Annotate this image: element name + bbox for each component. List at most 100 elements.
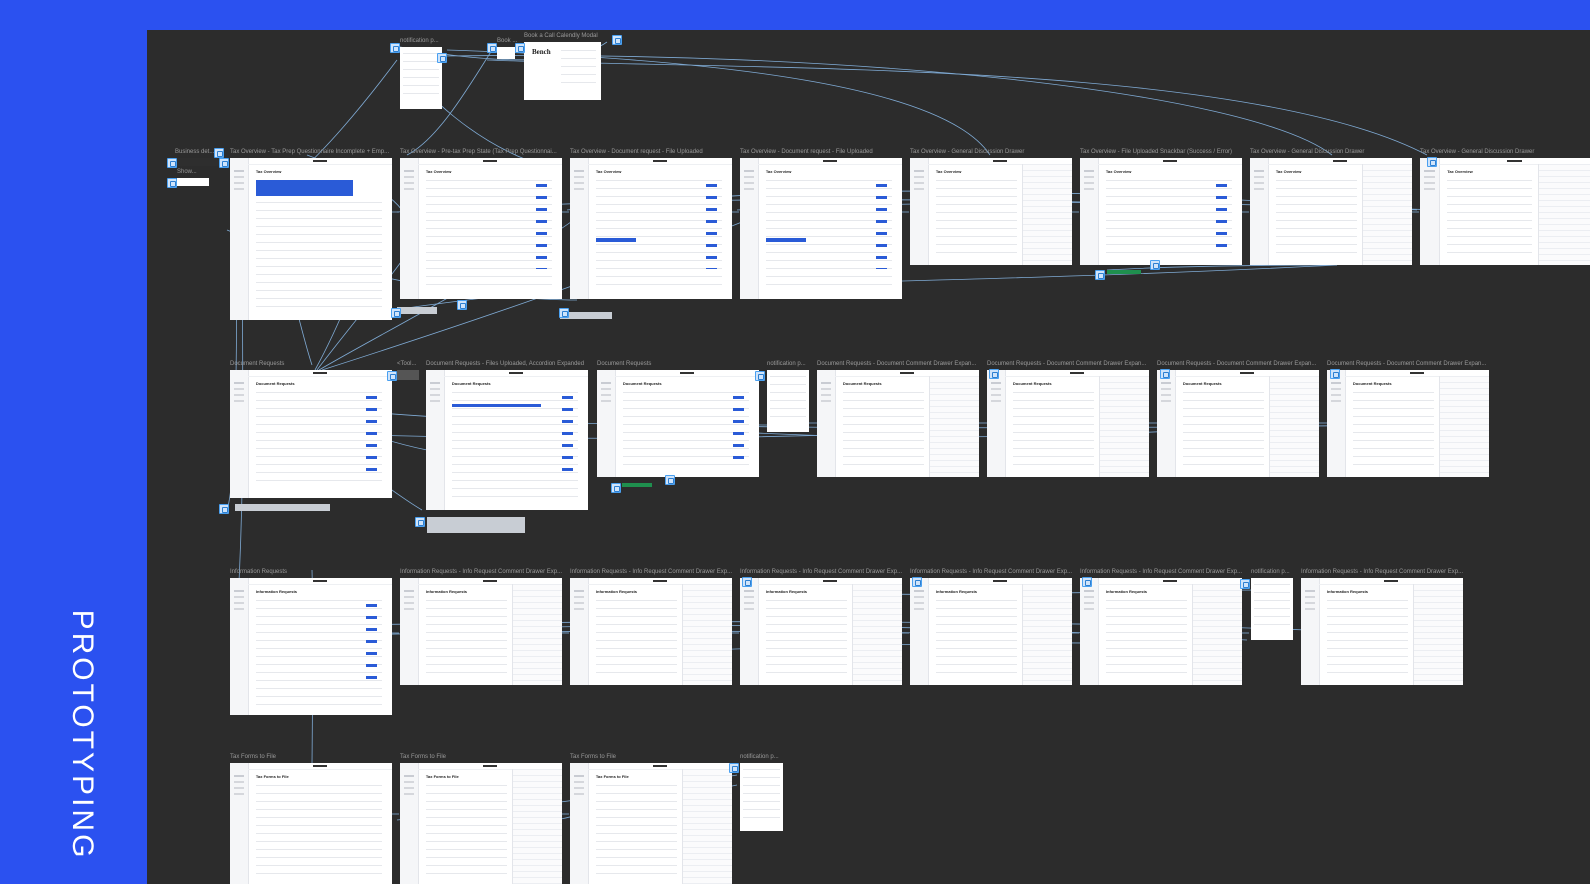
hotspot-icon[interactable]	[559, 308, 569, 318]
hotspot-icon[interactable]	[1240, 579, 1250, 589]
hotspot-icon[interactable]	[1427, 157, 1437, 167]
frame-calendly-modal[interactable]: Book a Call Calendly Modal Bench	[524, 33, 601, 100]
frame-information-requests-drawer[interactable]: Information Requests - Info Request Comm…	[910, 569, 1072, 685]
frame-title: Document Requests - Files Uploaded, Acco…	[426, 361, 585, 367]
hotspot-icon[interactable]	[219, 504, 229, 514]
frame-document-requests-drawer[interactable]: Document Requests - Document Comment Dra…	[817, 361, 979, 477]
snackbar-preview[interactable]	[427, 517, 525, 533]
frame-tax-overview[interactable]: Tax Overview - Pre-tax Prep State (Tax P…	[400, 149, 562, 299]
frame-notification-popover[interactable]: notification p...	[767, 361, 809, 432]
frame-document-requests[interactable]: Document Requests - Files Uploaded, Acco…	[426, 361, 588, 510]
hotspot-icon[interactable]	[611, 483, 621, 493]
hotspot-icon[interactable]	[167, 178, 177, 188]
frame-title: Book a Call Calendly Modal	[524, 33, 598, 39]
frame-tax-forms-drawer[interactable]: Tax Forms to File Tax Forms to File	[400, 754, 562, 884]
frame-title: Tax Overview - Document request - File U…	[740, 149, 873, 155]
frame-title: <Tool...	[397, 361, 417, 367]
frame-title: Show...	[177, 169, 197, 175]
frame-information-requests-drawer[interactable]: Information Requests - Info Request Comm…	[1301, 569, 1463, 685]
hotspot-icon[interactable]	[219, 158, 229, 168]
frame-tax-overview[interactable]: Tax Overview - Document request - File U…	[740, 149, 902, 299]
frame-heading: Document Requests	[842, 381, 882, 386]
frame-tax-overview[interactable]: Tax Overview - Tax Prep Questionnaire In…	[230, 149, 392, 320]
frame-information-requests-drawer[interactable]: Information Requests - Info Request Comm…	[400, 569, 562, 685]
frame-tax-forms-drawer[interactable]: Tax Forms to File Tax Forms to File	[570, 754, 732, 884]
frame-book[interactable]: Book ...	[497, 38, 517, 59]
hotspot-icon[interactable]	[387, 371, 397, 381]
hotspot-icon[interactable]	[515, 43, 525, 53]
frame-document-requests-drawer[interactable]: Document Requests - Document Comment Dra…	[1157, 361, 1319, 477]
success-snackbar-preview[interactable]	[622, 483, 652, 487]
frame-heading: Tax Overview	[765, 169, 792, 174]
frame-title: notification p...	[400, 38, 439, 44]
frame-heading: Information Requests	[425, 589, 468, 594]
hotspot-icon[interactable]	[390, 43, 400, 53]
frame-title: Document Requests - Document Comment Dra…	[817, 361, 977, 367]
frame-information-requests[interactable]: Information Requests Information Request…	[230, 569, 392, 715]
frame-tax-overview[interactable]: Tax Overview - Document request - File U…	[570, 149, 732, 299]
hotspot-icon[interactable]	[391, 308, 401, 318]
frame-title: Document Requests	[597, 361, 652, 367]
frame-title: Information Requests - Info Request Comm…	[740, 569, 903, 575]
hotspot-icon[interactable]	[1095, 270, 1105, 280]
frame-information-requests-drawer[interactable]: Information Requests - Info Request Comm…	[1080, 569, 1242, 685]
frame-tax-overview-drawer[interactable]: Tax Overview - General Discussion Drawer…	[1250, 149, 1412, 265]
connection-line	[1106, 264, 1338, 271]
frame-heading: Information Requests	[1326, 589, 1369, 594]
frame-title: Document Requests	[230, 361, 285, 367]
hotspot-icon[interactable]	[214, 148, 224, 158]
hotspot-icon[interactable]	[1330, 369, 1340, 379]
frame-show[interactable]: Show...	[177, 169, 209, 186]
hotspot-icon[interactable]	[742, 577, 752, 587]
frame-heading: Information Requests	[765, 589, 808, 594]
hotspot-icon[interactable]	[665, 475, 675, 485]
hotspot-icon[interactable]	[437, 53, 447, 63]
hotspot-icon[interactable]	[755, 371, 765, 381]
frame-document-requests[interactable]: Document Requests Document Requests	[230, 361, 392, 498]
frame-notification-popover[interactable]: notification p...	[1251, 569, 1293, 640]
frame-heading: Information Requests	[255, 589, 298, 594]
hotspot-icon[interactable]	[1082, 577, 1092, 587]
hotspot-icon[interactable]	[415, 517, 425, 527]
frame-title: Tax Overview - General Discussion Drawer	[1250, 149, 1365, 155]
snackbar-preview[interactable]	[235, 504, 330, 511]
hotspot-icon[interactable]	[1150, 260, 1160, 270]
frame-document-requests[interactable]: Document Requests Document Requests	[597, 361, 759, 477]
hotspot-icon[interactable]	[1160, 369, 1170, 379]
hotspot-icon[interactable]	[729, 763, 739, 773]
frame-heading: Information Requests	[1105, 589, 1148, 594]
hotspot-icon[interactable]	[612, 35, 622, 45]
hotspot-icon[interactable]	[912, 577, 922, 587]
frame-tax-overview-drawer[interactable]: Tax Overview - General Discussion Drawer…	[910, 149, 1072, 265]
frame-tax-forms[interactable]: Tax Forms to File Tax Forms to File	[230, 754, 392, 884]
frame-document-requests-drawer[interactable]: Document Requests - Document Comment Dra…	[987, 361, 1149, 477]
frame-heading: Document Requests	[1352, 381, 1392, 386]
frame-document-requests-drawer[interactable]: Document Requests - Document Comment Dra…	[1327, 361, 1489, 477]
hotspot-icon[interactable]	[487, 43, 497, 53]
frame-title: Tax Overview - General Discussion Drawer	[1420, 149, 1535, 155]
frame-title: notification p...	[740, 754, 779, 760]
frame-tax-overview-drawer[interactable]: Tax Overview - General Discussion Drawer…	[1420, 149, 1590, 265]
frame-title: Tax Forms to File	[230, 754, 277, 760]
frame-heading: Document Requests	[451, 381, 491, 386]
frame-heading: Tax Overview	[595, 169, 622, 174]
frame-notification-popover[interactable]: notification p...	[740, 754, 783, 831]
frame-tax-overview[interactable]: Tax Overview - File Uploaded Snackbar (S…	[1080, 149, 1242, 265]
frame-notification-popover[interactable]: notification p...	[400, 38, 442, 109]
frame-information-requests-drawer[interactable]: Information Requests - Info Request Comm…	[740, 569, 902, 685]
frame-tooltip[interactable]: <Tool...	[397, 361, 419, 380]
hotspot-icon[interactable]	[167, 158, 177, 168]
snackbar-preview[interactable]	[397, 307, 437, 314]
hotspot-icon[interactable]	[989, 369, 999, 379]
frame-information-requests-drawer[interactable]: Information Requests - Info Request Comm…	[570, 569, 732, 685]
frame-heading: Tax Forms to File	[425, 774, 459, 779]
frame-business-details[interactable]: Business det...	[175, 149, 219, 166]
frame-heading: Tax Overview	[425, 169, 452, 174]
hotspot-icon[interactable]	[457, 300, 467, 310]
frame-heading: Document Requests	[1012, 381, 1052, 386]
frame-title: Information Requests - Info Request Comm…	[1301, 569, 1464, 575]
frame-heading: Document Requests	[1182, 381, 1222, 386]
prototype-canvas[interactable]: notification p... Book ... Book a Call C…	[147, 30, 1590, 884]
success-snackbar-preview[interactable]	[1107, 270, 1141, 274]
frame-title: Tax Forms to File	[570, 754, 617, 760]
